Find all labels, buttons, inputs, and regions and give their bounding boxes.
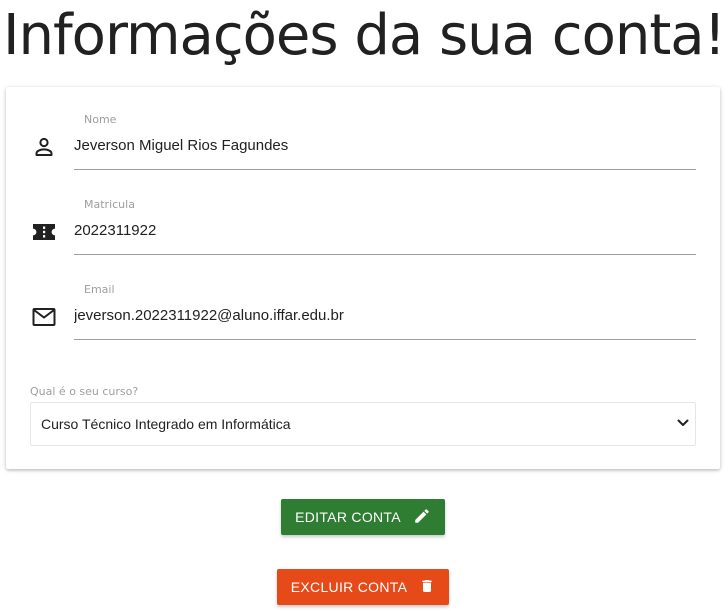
matricula-input[interactable] (74, 222, 696, 239)
page-title: Informações da sua conta! (2, 3, 726, 68)
account-info-card: Nome Matricula Email Qual é o seu curso? (6, 87, 720, 469)
email-field: Email (6, 257, 720, 341)
delete-account-label: EXCLUIR CONTA (290, 579, 408, 595)
matricula-field: Matricula (6, 172, 720, 256)
person-icon (28, 135, 60, 159)
matricula-underline (74, 254, 696, 255)
email-underline (74, 339, 696, 340)
curso-label: Qual é o seu curso? (30, 385, 139, 398)
pencil-icon (413, 507, 431, 528)
edit-account-button[interactable]: EDITAR CONTA (281, 499, 445, 535)
nome-label: Nome (84, 113, 117, 126)
nome-input[interactable] (74, 137, 696, 154)
ticket-icon (28, 220, 60, 244)
matricula-label: Matricula (84, 198, 135, 211)
delete-account-button[interactable]: EXCLUIR CONTA (277, 569, 449, 605)
edit-account-label: EDITAR CONTA (295, 509, 401, 525)
nome-underline (74, 169, 696, 170)
curso-select[interactable]: Curso Técnico Integrado em Informática (30, 402, 696, 446)
trash-icon (419, 577, 435, 598)
chevron-down-icon (675, 415, 691, 431)
email-input[interactable] (74, 307, 696, 324)
mail-icon (28, 305, 60, 329)
curso-selected-value: Curso Técnico Integrado em Informática (41, 416, 291, 432)
email-label: Email (84, 283, 115, 296)
nome-field: Nome (6, 87, 720, 171)
